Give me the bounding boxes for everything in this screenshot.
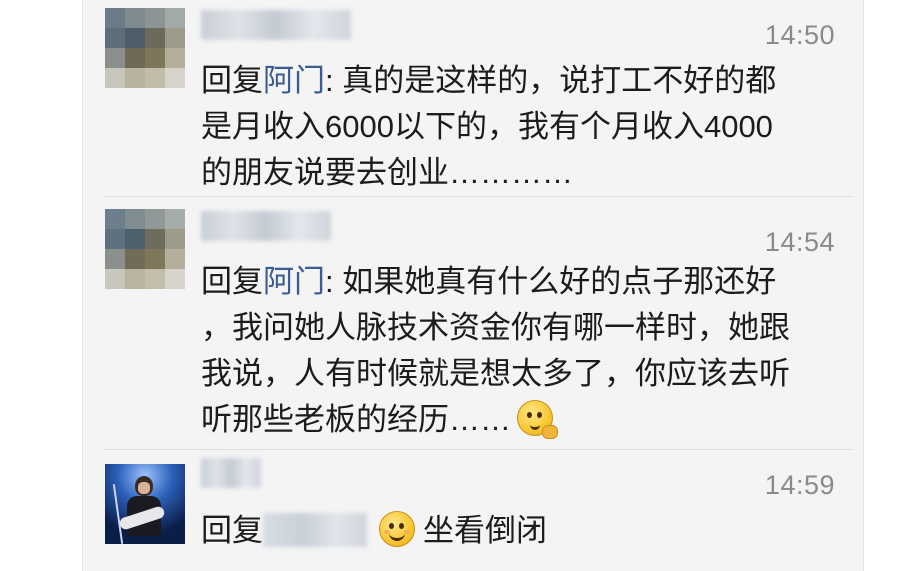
comment-line: 回复阿门: 如果她真有什么好的点子那还好 bbox=[201, 259, 841, 305]
comment-feed: 14:50 回复阿门: 真的是这样的，说打工不好的都 是月收入6000以下的，我… bbox=[82, 0, 864, 571]
blurred-username[interactable] bbox=[201, 211, 331, 241]
comment-line: 我说，人有时候就是想太多了，你应该去听 bbox=[201, 356, 790, 391]
comment-time: 14:59 bbox=[764, 470, 835, 500]
comment-time: 14:50 bbox=[764, 20, 835, 50]
comment-text: 回复阿门: 真的是这样的，说打工不好的都 是月收入6000以下的，我有个月收入4… bbox=[201, 58, 841, 196]
comment-text: 回复阿门: 如果她真有什么好的点子那还好 ，我问她人脉技术资金你有哪一样时，她跟… bbox=[201, 259, 841, 443]
thinking-emoji-icon bbox=[517, 400, 558, 439]
comment-item: 14:54 回复阿门: 如果她真有什么好的点子那还好 ，我问她人脉技术资金你有哪… bbox=[83, 197, 863, 450]
avatar[interactable] bbox=[105, 8, 185, 88]
comment-text: 回复 坐看倒闭 bbox=[201, 508, 841, 554]
reply-to-link[interactable]: 阿门 bbox=[263, 63, 325, 98]
avatar[interactable] bbox=[105, 464, 185, 544]
comment-line: ，我问她人脉技术资金你有哪一样时，她跟 bbox=[201, 310, 790, 345]
comment-line-text: 听那些老板的经历…… bbox=[201, 402, 511, 437]
reply-to-link[interactable]: 阿门 bbox=[263, 264, 325, 299]
comment-item: 14:59 回复 坐看倒闭 bbox=[83, 450, 863, 571]
avatar-face-icon bbox=[138, 482, 150, 494]
comment-line: 回复阿门: 真的是这样的，说打工不好的都 bbox=[201, 58, 841, 104]
comment-line-text: : 如果她真有什么好的点子那还好 bbox=[325, 264, 777, 299]
comment-line: 的朋友说要去创业………… bbox=[201, 155, 573, 190]
mic-stand-icon bbox=[112, 484, 124, 544]
blurred-username[interactable] bbox=[201, 10, 351, 40]
comment-item: 14:50 回复阿门: 真的是这样的，说打工不好的都 是月收入6000以下的，我… bbox=[83, 0, 863, 197]
reply-prefix: 回复 bbox=[201, 513, 263, 548]
comment-line: 回复 坐看倒闭 bbox=[201, 508, 841, 554]
blurred-username[interactable] bbox=[201, 458, 261, 488]
reply-prefix: 回复 bbox=[201, 264, 263, 299]
pixelated-avatar-icon bbox=[105, 209, 185, 289]
comment-line: 听那些老板的经历…… bbox=[201, 397, 841, 443]
smile-emoji-icon bbox=[379, 511, 415, 547]
pixelated-avatar-icon bbox=[105, 8, 185, 88]
blurred-reply-name[interactable] bbox=[263, 513, 367, 547]
reply-prefix: 回复 bbox=[201, 63, 263, 98]
comment-line: 是月收入6000以下的，我有个月收入4000 bbox=[201, 109, 773, 144]
comment-line-text: : 真的是这样的，说打工不好的都 bbox=[325, 63, 777, 98]
comment-line-text: 坐看倒闭 bbox=[423, 513, 547, 548]
avatar[interactable] bbox=[105, 209, 185, 289]
comment-time: 14:54 bbox=[764, 227, 835, 257]
